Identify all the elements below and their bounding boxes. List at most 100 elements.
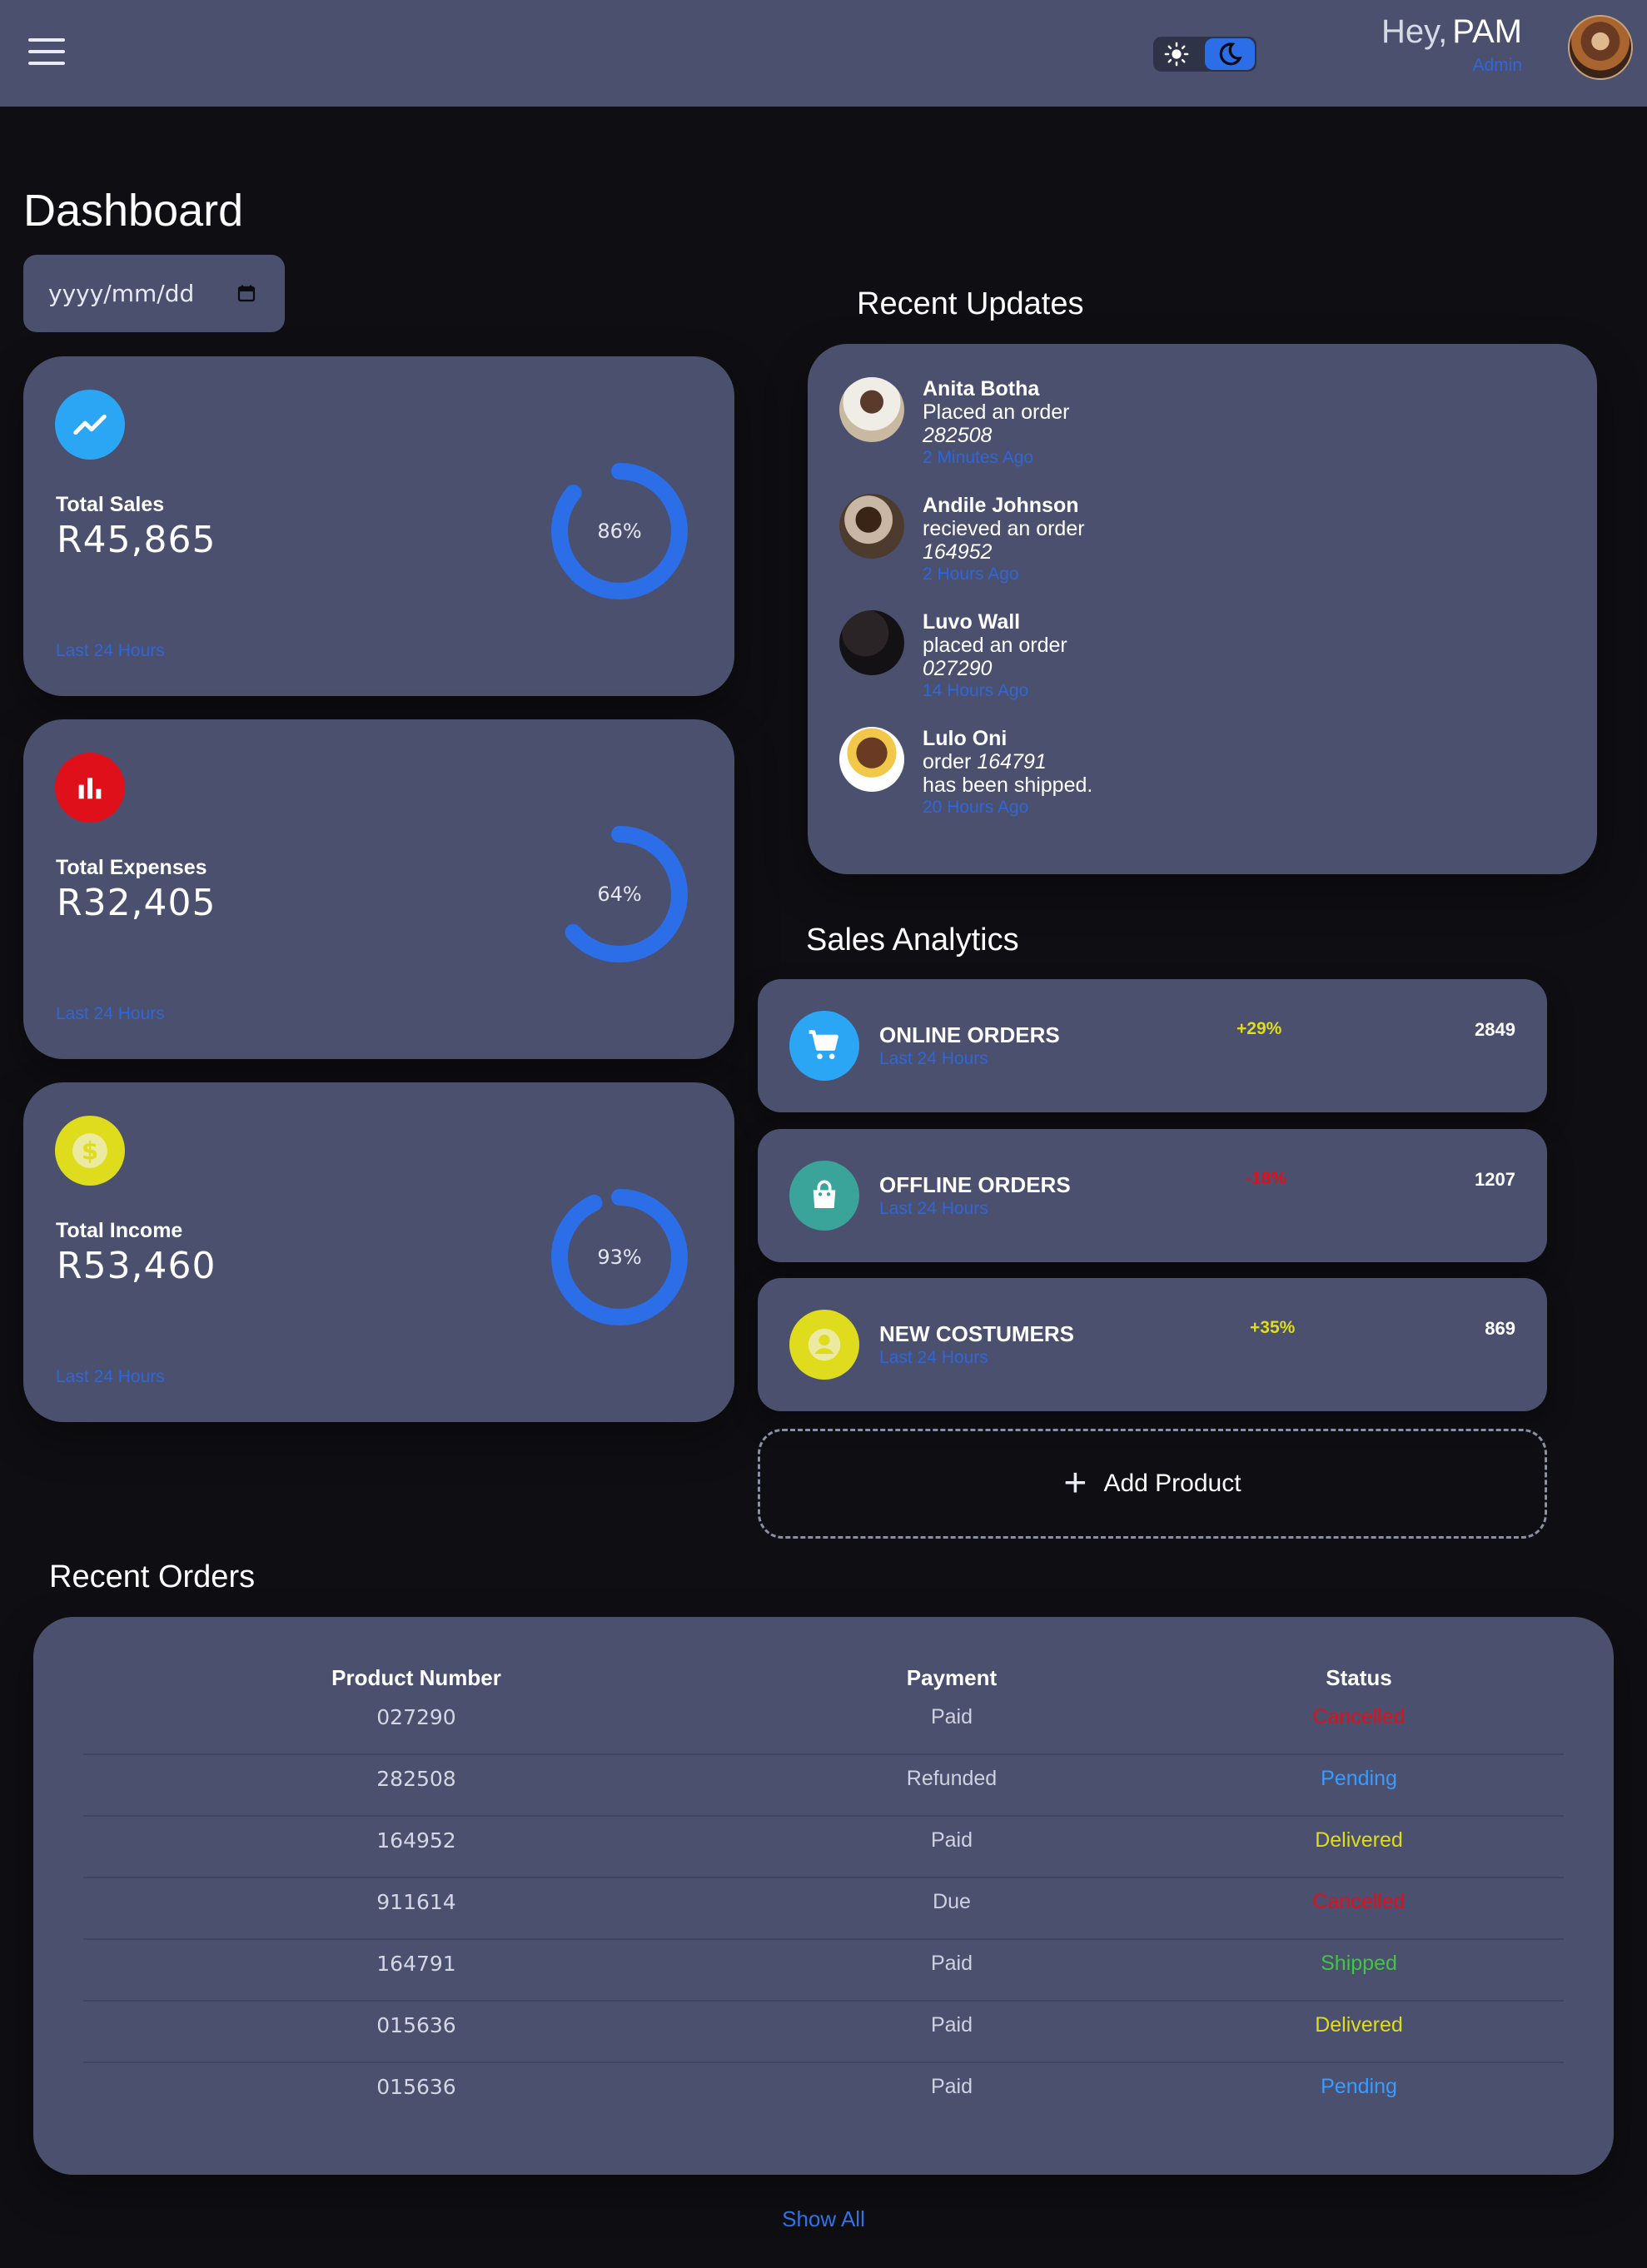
theme-toggle[interactable] [1153, 37, 1256, 72]
progress-percent: 64% [597, 883, 642, 906]
add-product-button[interactable]: + Add Product [758, 1429, 1547, 1539]
avatar [839, 610, 904, 675]
stat-value: R32,405 [57, 882, 216, 924]
product-number-cell: 164791 [376, 1952, 456, 1976]
show-all-link[interactable]: Show All [0, 2206, 1647, 2232]
recent-orders-title: Recent Orders [49, 1559, 256, 1594]
update-action-suffix: has been shipped. [923, 773, 1093, 797]
status-cell: Cancelled [1312, 1705, 1406, 1728]
update-user-name: Andile Johnson [923, 494, 1079, 517]
product-number-cell: 911614 [376, 1890, 456, 1914]
update-order-number: 027290 [923, 657, 993, 680]
recent-updates-card: Anita Botha Placed an order 282508 2 Min… [808, 344, 1597, 874]
analytics-title: ONLINE ORDERS [879, 1022, 1060, 1047]
analytics-count: 2849 [1475, 1019, 1515, 1040]
analytics-period: Last 24 Hours [879, 1199, 988, 1218]
status-cell: Shipped [1321, 1952, 1397, 1975]
stat-label: Total Expenses [56, 856, 207, 879]
top-bar: Hey, PAM Admin [0, 0, 1647, 107]
stat-period: Last 24 Hours [56, 1367, 165, 1386]
avatar [839, 377, 904, 442]
sun-icon[interactable] [1158, 41, 1195, 67]
analytics-change: +35% [1250, 1318, 1296, 1337]
payment-cell: Paid [930, 1705, 973, 1728]
update-item: Lulo Oni order 164791 has been shipped. … [839, 727, 1505, 835]
avatar [839, 494, 904, 559]
recent-orders-table: Product Number Payment Status 027290 Paid… [33, 1617, 1614, 2175]
update-item: Luvo Wall placed an order 027290 14 Hour… [839, 610, 1505, 719]
user-role: Admin [1472, 56, 1522, 75]
analytics-change: -18% [1246, 1169, 1287, 1188]
table-row[interactable]: 164952 Paid Delivered [83, 1817, 1564, 1878]
page-title: Dashboard [23, 186, 244, 236]
product-number-cell: 015636 [376, 2075, 456, 2099]
table-row[interactable]: 015636 Paid Pending [83, 2063, 1564, 2125]
column-header-payment: Payment [906, 1665, 998, 1690]
analytics-period: Last 24 Hours [879, 1049, 988, 1068]
avatar [839, 727, 904, 792]
payment-cell: Paid [930, 1952, 973, 1975]
stat-value: R53,460 [57, 1245, 216, 1287]
user-name: PAM [1452, 13, 1522, 50]
update-time: 20 Hours Ago [923, 798, 1029, 817]
dollar-icon: $ [55, 1116, 125, 1186]
status-cell: Delivered [1315, 2013, 1403, 2037]
column-header-status: Status [1326, 1665, 1392, 1690]
product-number-cell: 027290 [376, 1705, 456, 1729]
trend-up-icon [55, 390, 125, 460]
product-number-cell: 164952 [376, 1828, 456, 1853]
update-order-number: 164952 [923, 540, 993, 564]
update-order-number: 164791 [977, 750, 1047, 773]
update-user-name: Luvo Wall [923, 610, 1021, 634]
profile-avatar[interactable] [1568, 15, 1633, 80]
moon-icon[interactable] [1205, 38, 1255, 70]
payment-cell: Due [933, 1890, 971, 1913]
stat-value: R45,865 [57, 519, 216, 561]
update-order-number: 282508 [923, 424, 993, 447]
shopping-bag-icon [789, 1161, 859, 1231]
date-input[interactable]: yyyy/mm/dd [23, 255, 285, 332]
greeting-text: Hey, [1381, 13, 1448, 50]
bar-chart-icon [55, 753, 125, 823]
status-cell: Delivered [1315, 1828, 1403, 1852]
product-number-cell: 015636 [376, 2013, 456, 2037]
svg-text:$: $ [82, 1136, 98, 1165]
analytics-title: NEW COSTUMERS [879, 1321, 1074, 1346]
total-income-card: $ Total Income R53,460 93% Last 24 Hours [23, 1082, 734, 1422]
update-user-name: Lulo Oni [923, 727, 1008, 750]
analytics-title: OFFLINE ORDERS [879, 1172, 1071, 1197]
add-product-label: Add Product [1103, 1470, 1241, 1497]
new-customers-card[interactable]: NEW COSTUMERS Last 24 Hours +35% 869 [758, 1278, 1547, 1411]
payment-cell: Paid [930, 2075, 973, 2098]
stat-period: Last 24 Hours [56, 641, 165, 660]
product-number-cell: 282508 [376, 1767, 456, 1791]
table-row[interactable]: 911614 Due Cancelled [83, 1878, 1564, 1940]
recent-updates-title: Recent Updates [857, 286, 1084, 321]
table-row[interactable]: 015636 Paid Delivered [83, 2002, 1564, 2063]
stat-label: Total Income [56, 1219, 183, 1242]
user-greeting: Hey, PAM Admin [1381, 13, 1522, 76]
update-time: 2 Hours Ago [923, 565, 1019, 584]
table-row[interactable]: 164791 Paid Shipped [83, 1940, 1564, 2002]
update-item: Andile Johnson recieved an order 164952 … [839, 494, 1505, 602]
column-header-product: Product Number [331, 1665, 501, 1690]
calendar-icon[interactable] [236, 283, 256, 303]
date-placeholder: yyyy/mm/dd [48, 280, 195, 307]
table-row[interactable]: 027290 Paid Cancelled [83, 1694, 1564, 1755]
update-user-name: Anita Botha [923, 377, 1040, 400]
analytics-change: +29% [1236, 1019, 1282, 1038]
analytics-count: 1207 [1475, 1169, 1515, 1190]
stat-label: Total Sales [56, 493, 165, 516]
sales-analytics-title: Sales Analytics [806, 923, 1019, 957]
payment-cell: Refunded [906, 1767, 998, 1790]
online-orders-card[interactable]: ONLINE ORDERS Last 24 Hours +29% 2849 [758, 979, 1547, 1112]
update-action: order [923, 750, 972, 773]
update-item: Anita Botha Placed an order 282508 2 Min… [839, 377, 1505, 485]
update-action: Placed an order [923, 400, 1070, 424]
payment-cell: Paid [930, 1828, 973, 1852]
offline-orders-card[interactable]: OFFLINE ORDERS Last 24 Hours -18% 1207 [758, 1129, 1547, 1262]
payment-cell: Paid [930, 2013, 973, 2037]
update-action: placed an order [923, 634, 1067, 657]
table-row[interactable]: 282508 Refunded Pending [83, 1755, 1564, 1817]
menu-icon[interactable] [28, 38, 65, 65]
